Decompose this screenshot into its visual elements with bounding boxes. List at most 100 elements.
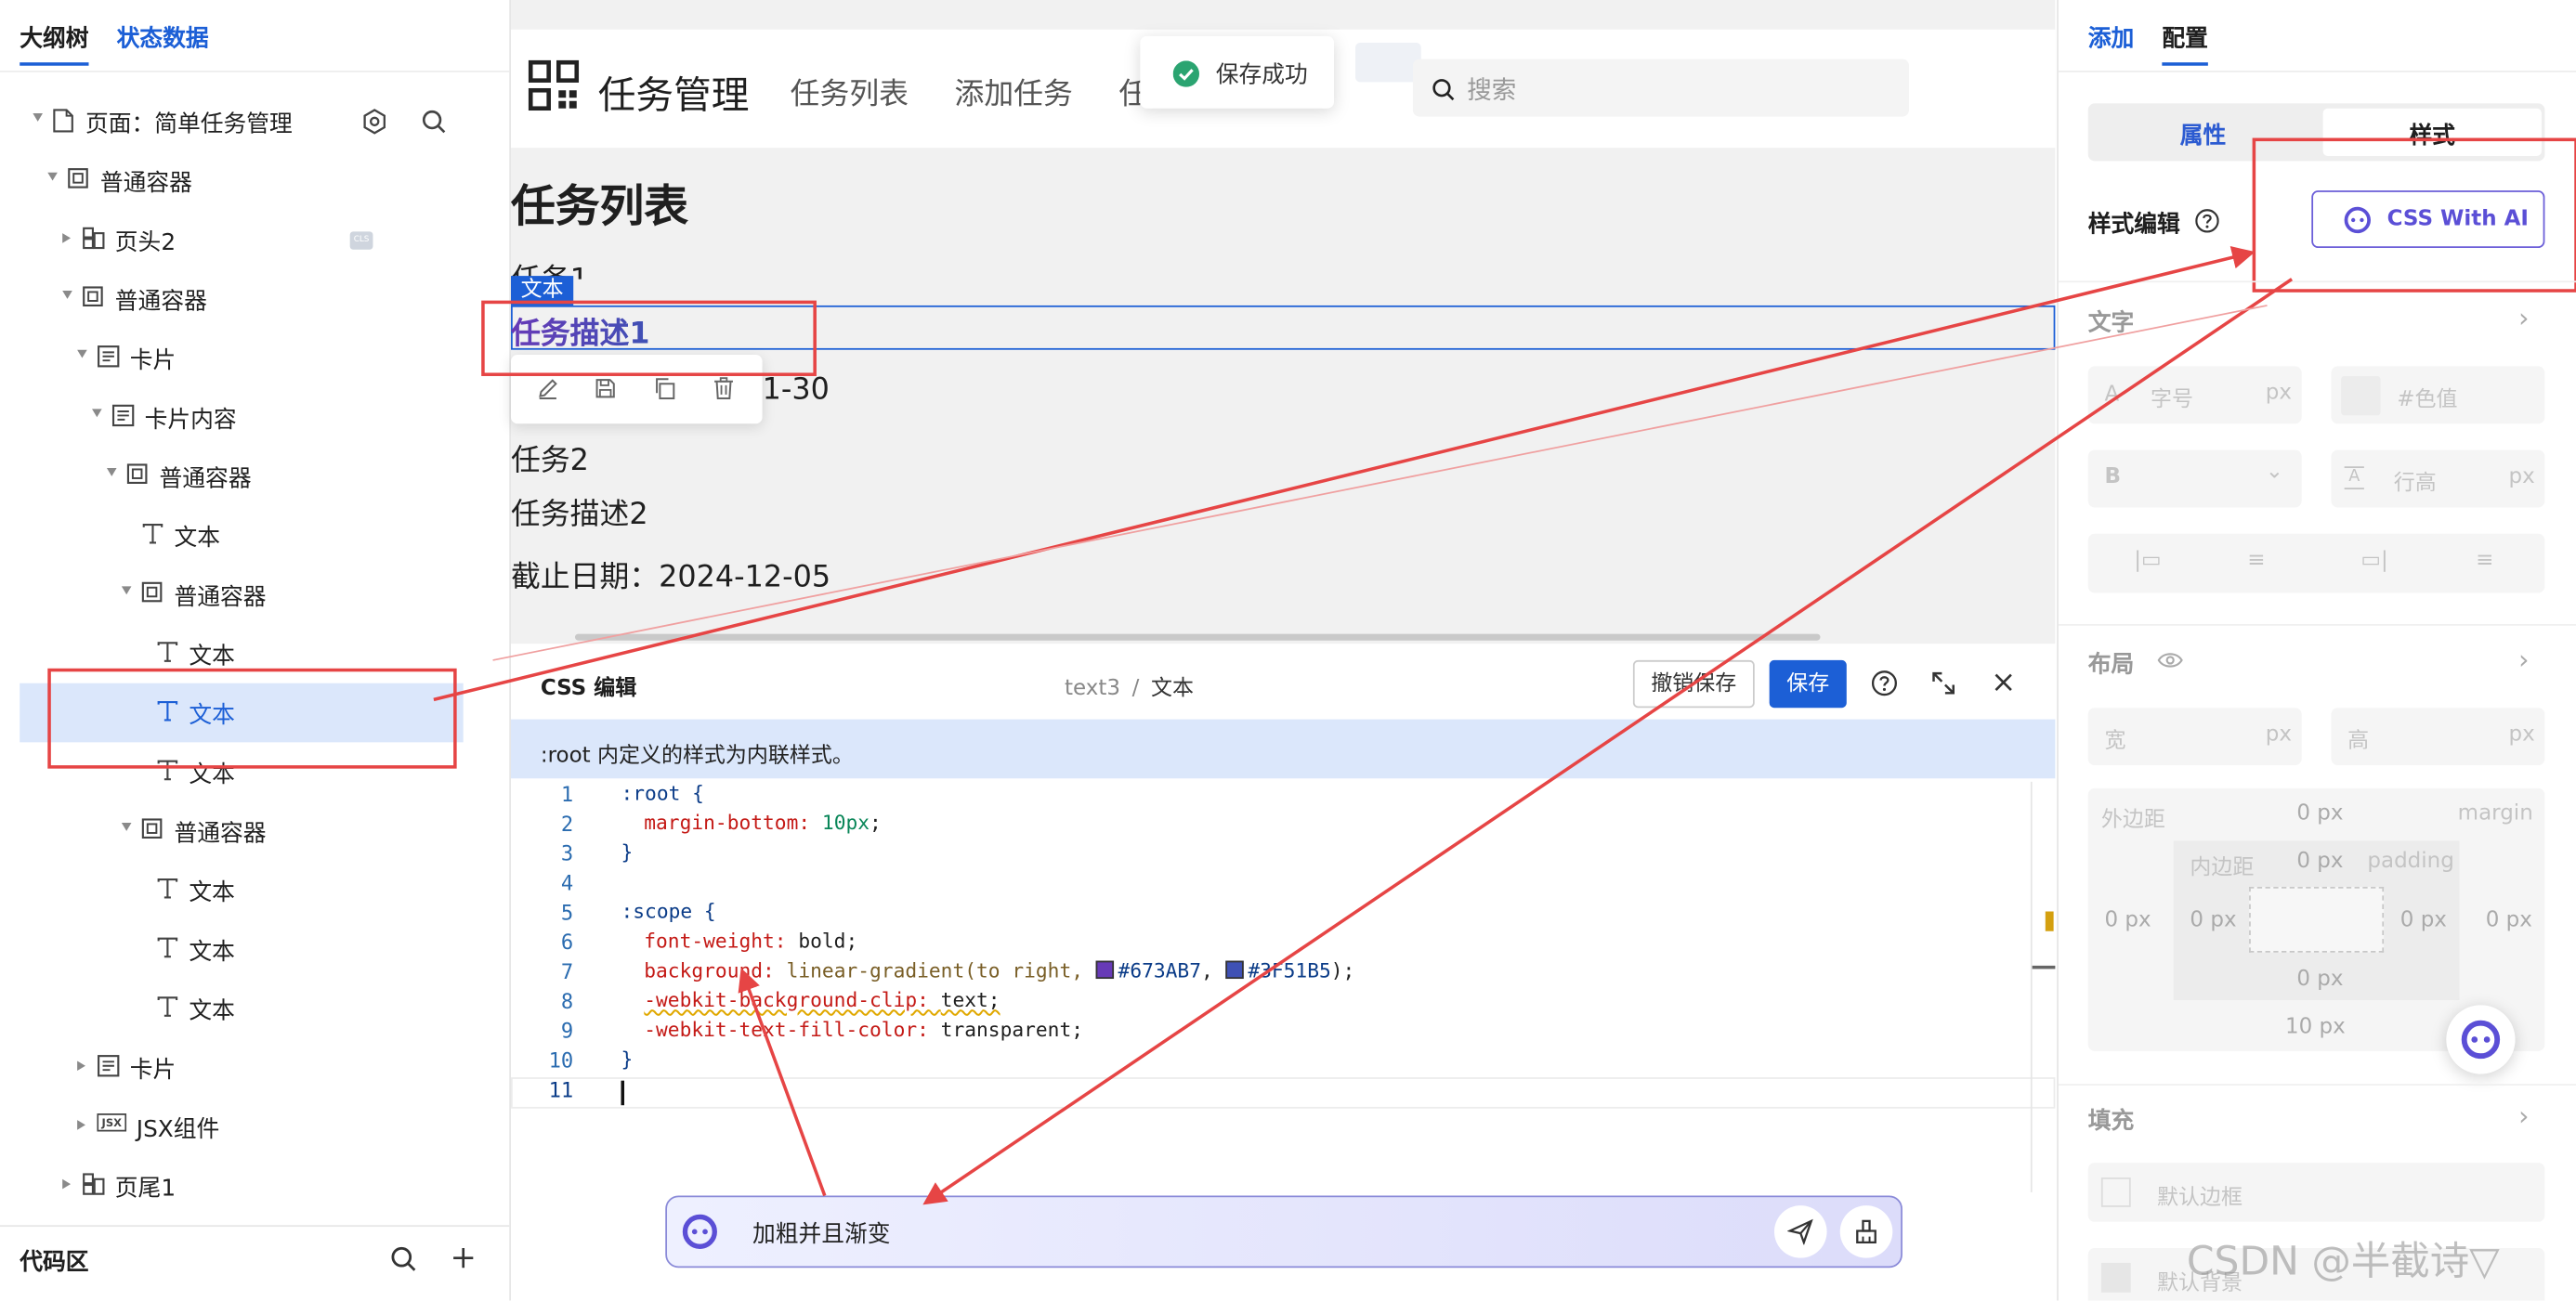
- tab-outline-tree[interactable]: 大纲树: [20, 21, 88, 54]
- line-number: 4: [560, 870, 574, 895]
- section-layout[interactable]: 布局: [2088, 647, 2135, 680]
- caret-down-icon[interactable]: [121, 823, 132, 831]
- margin-left-value[interactable]: 0 px: [2104, 908, 2151, 933]
- nav-task-list[interactable]: 任务列表: [791, 71, 909, 113]
- height-input[interactable]: 高 px: [2331, 708, 2545, 766]
- padding-top-value[interactable]: 0 px: [2296, 849, 2343, 874]
- margin-bottom-value[interactable]: 10 px: [2285, 1015, 2346, 1040]
- expand-icon[interactable]: [1930, 670, 1956, 696]
- caret-right-icon[interactable]: [62, 233, 72, 243]
- tree-item[interactable]: 普通容器: [20, 801, 463, 861]
- align-right-icon[interactable]: ▭|: [2360, 549, 2387, 574]
- save-button[interactable]: 保存: [1769, 659, 1847, 709]
- tree-item[interactable]: 文本: [20, 979, 463, 1038]
- tree-item[interactable]: 普通容器: [20, 151, 463, 211]
- ai-float-button[interactable]: [2446, 1005, 2516, 1074]
- font-weight-select[interactable]: B ⌄: [2087, 449, 2302, 508]
- search-icon[interactable]: [421, 109, 447, 135]
- width-input[interactable]: 宽 px: [2087, 708, 2302, 766]
- nav-add-task[interactable]: 添加任务: [954, 71, 1072, 113]
- tree-item[interactable]: 普通容器: [20, 447, 463, 506]
- save-icon[interactable]: [593, 376, 618, 401]
- revert-save-button[interactable]: 撤销保存: [1632, 659, 1755, 709]
- container-icon: [141, 818, 163, 839]
- caret-down-icon[interactable]: [121, 586, 132, 595]
- help-icon[interactable]: [1871, 670, 1897, 696]
- tab-config[interactable]: 配置: [2162, 21, 2208, 54]
- caret-right-icon[interactable]: [77, 1120, 85, 1130]
- edit-icon[interactable]: [536, 376, 561, 401]
- tree-item[interactable]: 卡片: [20, 329, 463, 388]
- delete-icon[interactable]: [712, 376, 737, 401]
- copy-icon[interactable]: [652, 376, 677, 401]
- minimap-slider[interactable]: [2032, 965, 2056, 969]
- padding-bottom-value[interactable]: 0 px: [2296, 968, 2343, 993]
- add-code-icon[interactable]: [451, 1245, 477, 1271]
- send-button[interactable]: [1773, 1205, 1827, 1258]
- eye-icon[interactable]: [2157, 649, 2183, 672]
- align-center-icon[interactable]: ≡: [2247, 549, 2265, 574]
- border-setting[interactable]: 默认边框: [2087, 1163, 2545, 1222]
- ai-prompt-input[interactable]: 加粗并且渐变: [665, 1195, 1903, 1268]
- section-text[interactable]: 文字: [2088, 306, 2135, 338]
- task2-due-date[interactable]: 截止日期：2024-12-05: [511, 553, 830, 596]
- horizontal-scrollbar[interactable]: [574, 633, 1821, 641]
- align-justify-icon[interactable]: ≡: [2476, 549, 2493, 574]
- clear-button[interactable]: [1839, 1205, 1893, 1258]
- search-input[interactable]: 搜索: [1412, 59, 1909, 117]
- tree-item-label: 普通容器: [99, 170, 192, 198]
- settings-icon[interactable]: [361, 109, 387, 135]
- tree-item[interactable]: JSX JSX组件: [20, 1097, 463, 1156]
- chevron-right-icon[interactable]: ›: [2518, 302, 2529, 333]
- nav-task-status[interactable]: 任务状态: [1118, 71, 1140, 113]
- tree-item-page[interactable]: 页面：简单任务管理: [20, 92, 463, 151]
- section-fill[interactable]: 填充: [2088, 1103, 2135, 1136]
- container-icon: [141, 581, 163, 603]
- divider: [0, 71, 510, 72]
- margin-top-value[interactable]: 0 px: [2296, 801, 2343, 826]
- padding-left-value[interactable]: 0 px: [2190, 908, 2236, 933]
- caret-down-icon[interactable]: [77, 349, 87, 358]
- padding-right-value[interactable]: 0 px: [2400, 908, 2447, 933]
- caret-down-icon[interactable]: [33, 113, 43, 122]
- align-left-icon[interactable]: |▭: [2134, 549, 2161, 574]
- tree-item[interactable]: 页头2: [20, 210, 463, 269]
- chevron-right-icon[interactable]: ›: [2518, 644, 2529, 675]
- code-area-title[interactable]: 代码区: [20, 1245, 88, 1278]
- color-swatch-purple[interactable]: [1094, 960, 1114, 980]
- font-color-input[interactable]: #色值: [2331, 366, 2545, 424]
- caret-down-icon[interactable]: [62, 291, 72, 299]
- color-swatch-indigo[interactable]: [1224, 960, 1244, 980]
- font-size-input[interactable]: A 字号 px: [2087, 366, 2302, 424]
- close-icon[interactable]: [1993, 671, 2014, 693]
- tree-item-label: 普通容器: [174, 584, 267, 611]
- caret-down-icon[interactable]: [92, 409, 102, 418]
- caret-down-icon[interactable]: [106, 468, 117, 476]
- code-search-icon[interactable]: [389, 1245, 417, 1273]
- color-swatch[interactable]: [2341, 375, 2381, 416]
- tree-item[interactable]: 文本: [20, 506, 463, 566]
- tree-item[interactable]: 文本: [20, 861, 463, 920]
- tree-item[interactable]: 文本: [20, 919, 463, 979]
- tree-item[interactable]: 普通容器: [20, 269, 463, 329]
- tree-item[interactable]: 卡片内容: [20, 387, 463, 447]
- chevron-right-icon[interactable]: ›: [2518, 1100, 2529, 1132]
- tree-item[interactable]: 卡片: [20, 1038, 463, 1098]
- tab-state-data[interactable]: 状态数据: [117, 21, 209, 54]
- margin-right-value[interactable]: 0 px: [2486, 908, 2532, 933]
- caret-down-icon[interactable]: [47, 172, 58, 181]
- caret-right-icon[interactable]: [62, 1178, 72, 1190]
- task2-description[interactable]: 任务描述2: [511, 491, 648, 534]
- tree-item-label: 页面：简单任务管理: [85, 111, 293, 138]
- divider: [2058, 280, 2576, 283]
- caret-right-icon[interactable]: [77, 1060, 85, 1072]
- css-path: text3 / 文本: [1065, 670, 1194, 702]
- tree-item[interactable]: 普通容器: [20, 565, 463, 624]
- task2-name[interactable]: 任务2: [511, 436, 589, 479]
- code-line-7: background: linear-gradient(to right, #6…: [644, 958, 1355, 982]
- help-icon[interactable]: [2195, 209, 2220, 234]
- tab-add[interactable]: 添加: [2088, 21, 2135, 54]
- tree-item[interactable]: 页尾1: [20, 1156, 463, 1216]
- container-icon: [82, 286, 103, 307]
- line-height-input[interactable]: A 行高 px: [2331, 449, 2545, 508]
